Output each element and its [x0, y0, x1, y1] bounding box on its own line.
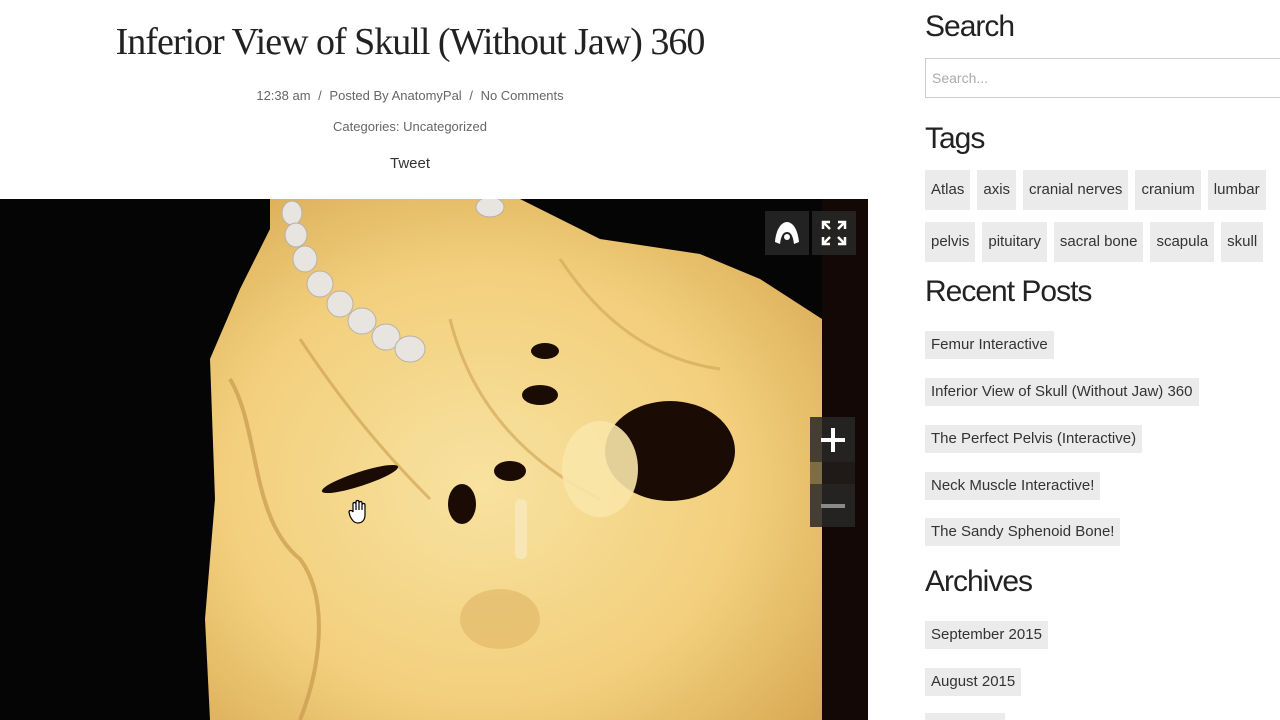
tag-cranium[interactable]: cranium	[1135, 170, 1201, 210]
archive-link[interactable]: August 2015	[925, 668, 1022, 696]
gyro-button[interactable]	[765, 211, 809, 255]
post-meta: 12:38 am / Posted By AnatomyPal / No Com…	[0, 88, 820, 103]
zoom-out-icon	[820, 503, 845, 508]
archives-widget-title: Archives	[925, 565, 1033, 598]
tag-cranial-nerves[interactable]: cranial nerves	[1023, 170, 1129, 210]
author-link[interactable]: AnatomyPal	[392, 88, 462, 103]
recent-post-link[interactable]: The Perfect Pelvis (Interactive)	[925, 425, 1143, 453]
sidebar: Search Tags Atlasaxiscranial nervescrani…	[925, 0, 1280, 720]
tag-atlas[interactable]: Atlas	[925, 170, 971, 210]
recent-post-link[interactable]: Inferior View of Skull (Without Jaw) 360	[925, 378, 1199, 406]
comments-link[interactable]: No Comments	[481, 88, 564, 103]
tag-pelvis[interactable]: pelvis	[925, 222, 976, 262]
search-widget-title: Search	[925, 10, 1015, 43]
tag-pituitary[interactable]: pituitary	[982, 222, 1047, 262]
tag-skull[interactable]: skull	[1221, 222, 1264, 262]
category-link[interactable]: Uncategorized	[403, 119, 487, 134]
post-title: Inferior View of Skull (Without Jaw) 360	[115, 21, 706, 63]
zoom-out-button[interactable]	[810, 484, 855, 527]
post-categories: Categories: Uncategorized	[0, 119, 820, 134]
tweet-button[interactable]: Tweet	[0, 155, 820, 172]
zoom-in-button[interactable]	[810, 417, 855, 462]
recent-post-link[interactable]: Neck Muscle Interactive!	[925, 472, 1101, 500]
fullscreen-icon	[821, 220, 847, 246]
tag-cloud-row: pelvis pituitary sacral bone scapula skull	[925, 222, 1270, 262]
tag-sacral-bone[interactable]: sacral bone	[1053, 222, 1144, 262]
tag-cloud-row: Atlas axis cranial nerves cranium lumbar	[925, 170, 1273, 210]
archive-link-partial[interactable]	[925, 713, 1005, 720]
tag-axis[interactable]: axis	[977, 170, 1017, 210]
recent-post-link[interactable]: The Sandy Sphenoid Bone!	[925, 518, 1121, 546]
skull-image	[0, 199, 868, 720]
panorama-viewer[interactable]	[0, 199, 868, 720]
tag-scapula[interactable]: scapula	[1150, 222, 1215, 262]
post-time: 12:38 am	[256, 88, 311, 103]
meta-separator: /	[469, 88, 473, 103]
zoom-slider-track[interactable]	[810, 462, 855, 484]
recent-post-link[interactable]: Femur Interactive	[925, 331, 1054, 359]
gyroscope-icon	[775, 222, 799, 244]
tags-widget-title: Tags	[925, 122, 985, 155]
archive-link[interactable]: September 2015	[925, 621, 1048, 649]
tag-lumbar[interactable]: lumbar	[1207, 170, 1266, 210]
recent-posts-widget-title: Recent Posts	[925, 275, 1092, 308]
posted-by-label: Posted By	[329, 88, 389, 103]
search-input[interactable]	[925, 58, 1280, 98]
zoom-in-icon	[820, 427, 845, 452]
fullscreen-button[interactable]	[812, 211, 856, 255]
meta-separator: /	[318, 88, 322, 103]
categories-label: Categories:	[333, 119, 400, 134]
grab-hand-cursor-icon	[348, 499, 366, 524]
